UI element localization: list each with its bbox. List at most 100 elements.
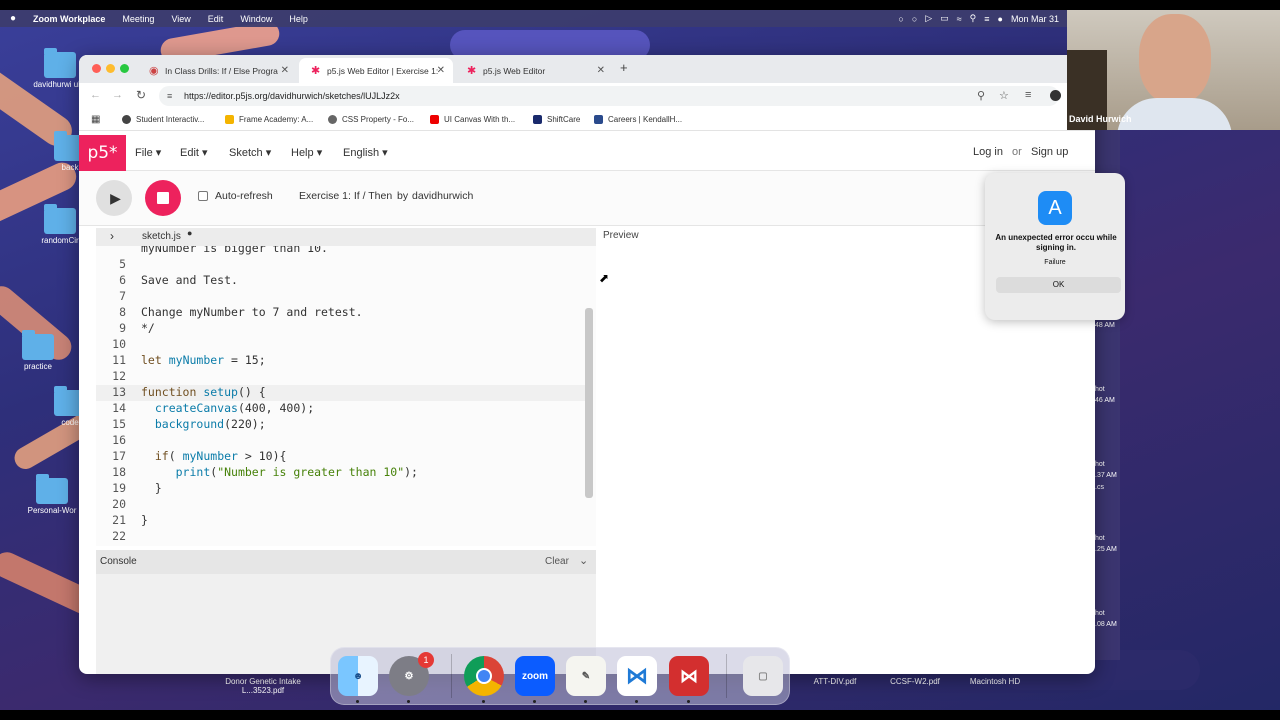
code-line[interactable]: 13 function setup() { — [96, 385, 586, 401]
code-line[interactable]: 12 — [96, 369, 586, 385]
code-line[interactable]: myNumber is bigger than 10. — [96, 246, 586, 257]
reading-list-icon[interactable]: ≡ — [1025, 89, 1031, 101]
bookmark-item[interactable]: Frame Academy: A... — [225, 115, 313, 124]
signup-link[interactable]: Sign up — [1031, 146, 1068, 158]
menu-file[interactable]: File ▾ — [135, 146, 161, 159]
bookmark-label: UI Canvas With th... — [444, 115, 516, 124]
menu-edit[interactable]: Edit ▾ — [180, 146, 208, 159]
bookmark-star-icon[interactable]: ☆ — [999, 89, 1009, 102]
control-center-icon[interactable]: ≡ — [984, 14, 989, 24]
code-line[interactable]: 23 function draw() { — [96, 545, 586, 546]
siri-icon[interactable]: ● — [998, 14, 1003, 24]
code-line[interactable]: 22 — [96, 529, 586, 545]
menu-sketch[interactable]: Sketch ▾ — [229, 146, 271, 159]
close-tab-icon[interactable]: ✕ — [437, 65, 445, 76]
menu-window[interactable]: Window — [240, 14, 272, 24]
menu-view[interactable]: View — [171, 14, 190, 24]
bookmark-item[interactable]: Student Interactiv... — [122, 115, 204, 124]
desktop-folder[interactable]: practice — [3, 330, 73, 371]
expand-sidebar-icon[interactable]: › — [110, 229, 114, 243]
chrome-icon[interactable] — [464, 656, 504, 696]
desktop-file[interactable]: CCSF-W2.pdf — [880, 677, 950, 686]
menu-help[interactable]: Help ▾ — [291, 146, 322, 159]
p5-logo[interactable]: p5* — [79, 135, 126, 171]
code-line[interactable]: 15 background(220); — [96, 417, 586, 433]
editor-scrollbar[interactable] — [585, 308, 593, 498]
bookmark-item[interactable]: UI Canvas With th... — [430, 115, 515, 124]
tab-p5-exercise[interactable]: ✱ p5.js Web Editor | Exercise 1: ✕ — [299, 58, 453, 83]
apps-grid-icon[interactable]: ▦ — [91, 114, 100, 125]
menu-edit[interactable]: Edit — [208, 14, 224, 24]
code-line[interactable]: 6 Save and Test. — [96, 273, 586, 289]
collapse-console-icon[interactable]: ⌄ — [579, 554, 588, 567]
status-icon[interactable]: ○ — [898, 14, 903, 24]
new-tab-button[interactable]: + — [620, 60, 628, 75]
tab-in-class-drills[interactable]: ◉ In Class Drills: If / Else Progra ✕ — [137, 58, 297, 83]
code-line[interactable]: 9 */ — [96, 321, 586, 337]
login-link[interactable]: Log in — [973, 146, 1003, 158]
bookmark-item[interactable]: ShiftCare — [533, 115, 580, 124]
status-icon[interactable]: ○ — [912, 14, 917, 24]
code-line[interactable]: 11 let myNumber = 15; — [96, 353, 586, 369]
line-number: 18 — [112, 465, 126, 479]
tab-p5-editor[interactable]: ✱ p5.js Web Editor ✕ — [455, 58, 613, 83]
code-lines[interactable]: myNumber is bigger than 10. 5 6 Save and Te… — [96, 246, 596, 546]
zoom-icon[interactable]: zoom — [515, 656, 555, 696]
code-line[interactable]: 17 if( myNumber > 10){ — [96, 449, 586, 465]
menu-app-name[interactable]: Zoom Workplace — [33, 14, 105, 24]
desktop-file[interactable]: Macintosh HD — [960, 677, 1030, 686]
menu-help[interactable]: Help — [289, 14, 308, 24]
code-line[interactable]: 5 — [96, 257, 586, 273]
file-label: .08 AM — [1095, 621, 1117, 628]
code-line[interactable]: 7 — [96, 289, 586, 305]
code-editor[interactable]: › sketch.js ● myNumber is bigger than 10… — [96, 228, 596, 546]
close-window-button[interactable] — [92, 64, 101, 73]
clear-console-button[interactable]: Clear — [545, 556, 569, 567]
code-line[interactable]: 16 — [96, 433, 586, 449]
code-line[interactable]: 20 — [96, 497, 586, 513]
auto-refresh-checkbox[interactable] — [198, 191, 208, 201]
search-icon[interactable]: ⚲ — [970, 13, 977, 24]
code-line[interactable]: 18 print("Number is greater than 10"); — [96, 465, 586, 481]
bookmark-item[interactable]: CSS Property - Fo... — [328, 115, 414, 124]
forward-icon[interactable]: → — [112, 89, 123, 101]
close-tab-icon[interactable]: ✕ — [597, 65, 605, 76]
close-tab-icon[interactable]: ✕ — [281, 65, 289, 76]
reload-icon[interactable]: ↻ — [136, 88, 146, 102]
stop-button[interactable] — [145, 180, 181, 216]
menu-language[interactable]: English ▾ — [343, 146, 388, 159]
vscode-icon[interactable]: ⋈ — [617, 656, 657, 696]
alert-ok-button[interactable]: OK — [996, 277, 1121, 293]
desktop-file[interactable]: Donor Genetic Intake L...3523.pdf — [220, 677, 306, 695]
acrobat-icon[interactable]: ⋈ — [669, 656, 709, 696]
sketch-title[interactable]: Exercise 1: If / Then — [299, 190, 392, 202]
desktop-folder[interactable]: Personal-Wor — [17, 474, 87, 515]
profile-avatar[interactable] — [1050, 90, 1061, 101]
trash-icon[interactable]: ▢ — [743, 656, 783, 696]
bookmark-item[interactable]: Careers | KendallH... — [594, 115, 682, 124]
play-status-icon[interactable]: ▷ — [925, 13, 932, 24]
code-line[interactable]: 14 createCanvas(400, 400); — [96, 401, 586, 417]
code-line[interactable]: 21} — [96, 513, 586, 529]
line-number: 20 — [112, 497, 126, 511]
file-name[interactable]: sketch.js — [142, 231, 181, 242]
menu-meeting[interactable]: Meeting — [122, 14, 154, 24]
author-link[interactable]: davidhurwich — [412, 190, 473, 202]
battery-icon[interactable]: ▭ — [940, 13, 949, 24]
finder-icon[interactable]: ☻ — [338, 656, 378, 696]
minimize-window-button[interactable] — [106, 64, 115, 73]
back-icon[interactable]: ← — [90, 89, 101, 101]
site-info-icon[interactable]: ≡ — [167, 91, 172, 101]
code-line[interactable]: 8 Change myNumber to 7 and retest. — [96, 305, 586, 321]
play-button[interactable]: ▶ — [96, 180, 132, 216]
file-label: hot — [1095, 610, 1105, 617]
textedit-icon[interactable]: ✎ — [566, 656, 606, 696]
code-line[interactable]: 10 — [96, 337, 586, 353]
code-line[interactable]: 19 } — [96, 481, 586, 497]
apple-icon[interactable]: ● — [10, 13, 16, 24]
wifi-icon[interactable]: ≈ — [957, 14, 962, 24]
desktop-file[interactable]: ATT-DIV.pdf — [800, 677, 870, 686]
url-field[interactable]: ≡ https://editor.p5js.org/davidhurwich/s… — [159, 86, 1059, 106]
zoom-icon[interactable]: ⚲ — [977, 89, 985, 102]
maximize-window-button[interactable] — [120, 64, 129, 73]
